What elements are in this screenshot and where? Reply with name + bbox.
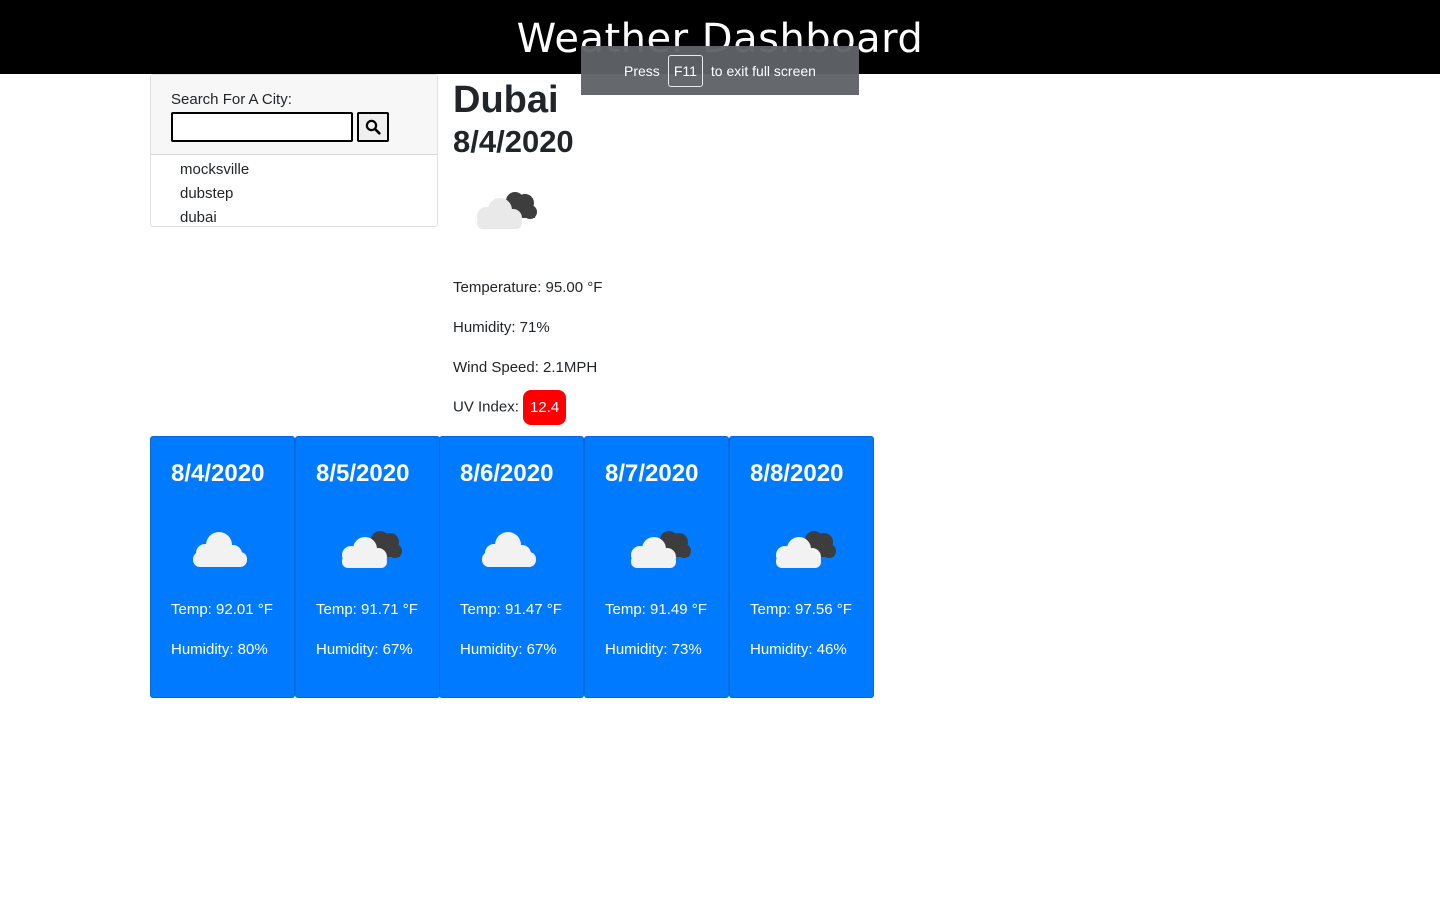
forecast-card: 8/4/2020 Temp: 92.01 °F Humidity: 80% [150, 436, 295, 698]
broken-clouds-icon [342, 531, 402, 568]
forecast-humidity: Humidity: 73% [605, 641, 702, 658]
search-button[interactable] [357, 112, 389, 142]
current-weather: Dubai 8/4/2020 Temperature: 95.00 °F Hum… [453, 78, 873, 425]
uv-index-row: UV Index: 12.4 [453, 390, 567, 425]
forecast-humidity: Humidity: 46% [750, 641, 847, 658]
forecast-card: 8/6/2020 Temp: 91.47 °F Humidity: 67% [439, 436, 584, 698]
search-history-list: mocksville dubstep dubai [151, 155, 437, 230]
cloud-icon [193, 532, 247, 567]
forecast-card: 8/8/2020 Temp: 97.56 °F Humidity: 46% [729, 436, 874, 698]
forecast-date: 8/4/2020 [171, 460, 265, 487]
forecast-card: 8/5/2020 Temp: 91.71 °F Humidity: 67% [295, 436, 440, 698]
search-label: Search For A City: [171, 91, 292, 108]
history-item[interactable]: mocksville [151, 158, 437, 182]
forecast-date: 8/7/2020 [605, 460, 699, 487]
forecast-humidity: Humidity: 80% [171, 641, 268, 658]
forecast-temp: Temp: 92.01 °F [171, 601, 273, 618]
current-temperature: Temperature: 95.00 °F [453, 279, 603, 296]
broken-clouds-icon [631, 531, 691, 568]
forecast-date: 8/6/2020 [460, 460, 554, 487]
current-date: 8/4/2020 [453, 124, 574, 159]
fullscreen-notice-suffix: to exit full screen [710, 62, 816, 79]
forecast-date: 8/5/2020 [316, 460, 410, 487]
search-header: Search For A City: [151, 75, 437, 155]
city-name: Dubai [453, 79, 559, 121]
forecast-temp: Temp: 91.47 °F [460, 601, 562, 618]
uv-index-badge: 12.4 [523, 390, 567, 425]
fullscreen-notice-prefix: Press [624, 62, 660, 79]
five-day-forecast: 8/4/2020 Temp: 92.01 °F Humidity: 80% 8/… [150, 436, 874, 698]
forecast-humidity: Humidity: 67% [460, 641, 557, 658]
forecast-temp: Temp: 91.49 °F [605, 601, 707, 618]
forecast-humidity: Humidity: 67% [316, 641, 413, 658]
history-item[interactable]: dubai [151, 206, 437, 230]
current-wind-speed: Wind Speed: 2.1MPH [453, 359, 598, 376]
forecast-temp: Temp: 97.56 °F [750, 601, 852, 618]
forecast-date: 8/8/2020 [750, 460, 844, 487]
cloud-icon [482, 532, 536, 567]
uv-index-label: UV Index: [453, 398, 519, 416]
search-icon [365, 119, 381, 135]
current-humidity: Humidity: 71% [453, 319, 550, 336]
forecast-temp: Temp: 91.71 °F [316, 601, 418, 618]
broken-clouds-icon [477, 192, 537, 229]
history-item[interactable]: dubstep [151, 182, 437, 206]
city-search-input[interactable] [171, 112, 353, 142]
forecast-card: 8/7/2020 Temp: 91.49 °F Humidity: 73% [584, 436, 729, 698]
broken-clouds-icon [776, 531, 836, 568]
search-panel: Search For A City: mocksville dubstep du… [150, 74, 438, 227]
